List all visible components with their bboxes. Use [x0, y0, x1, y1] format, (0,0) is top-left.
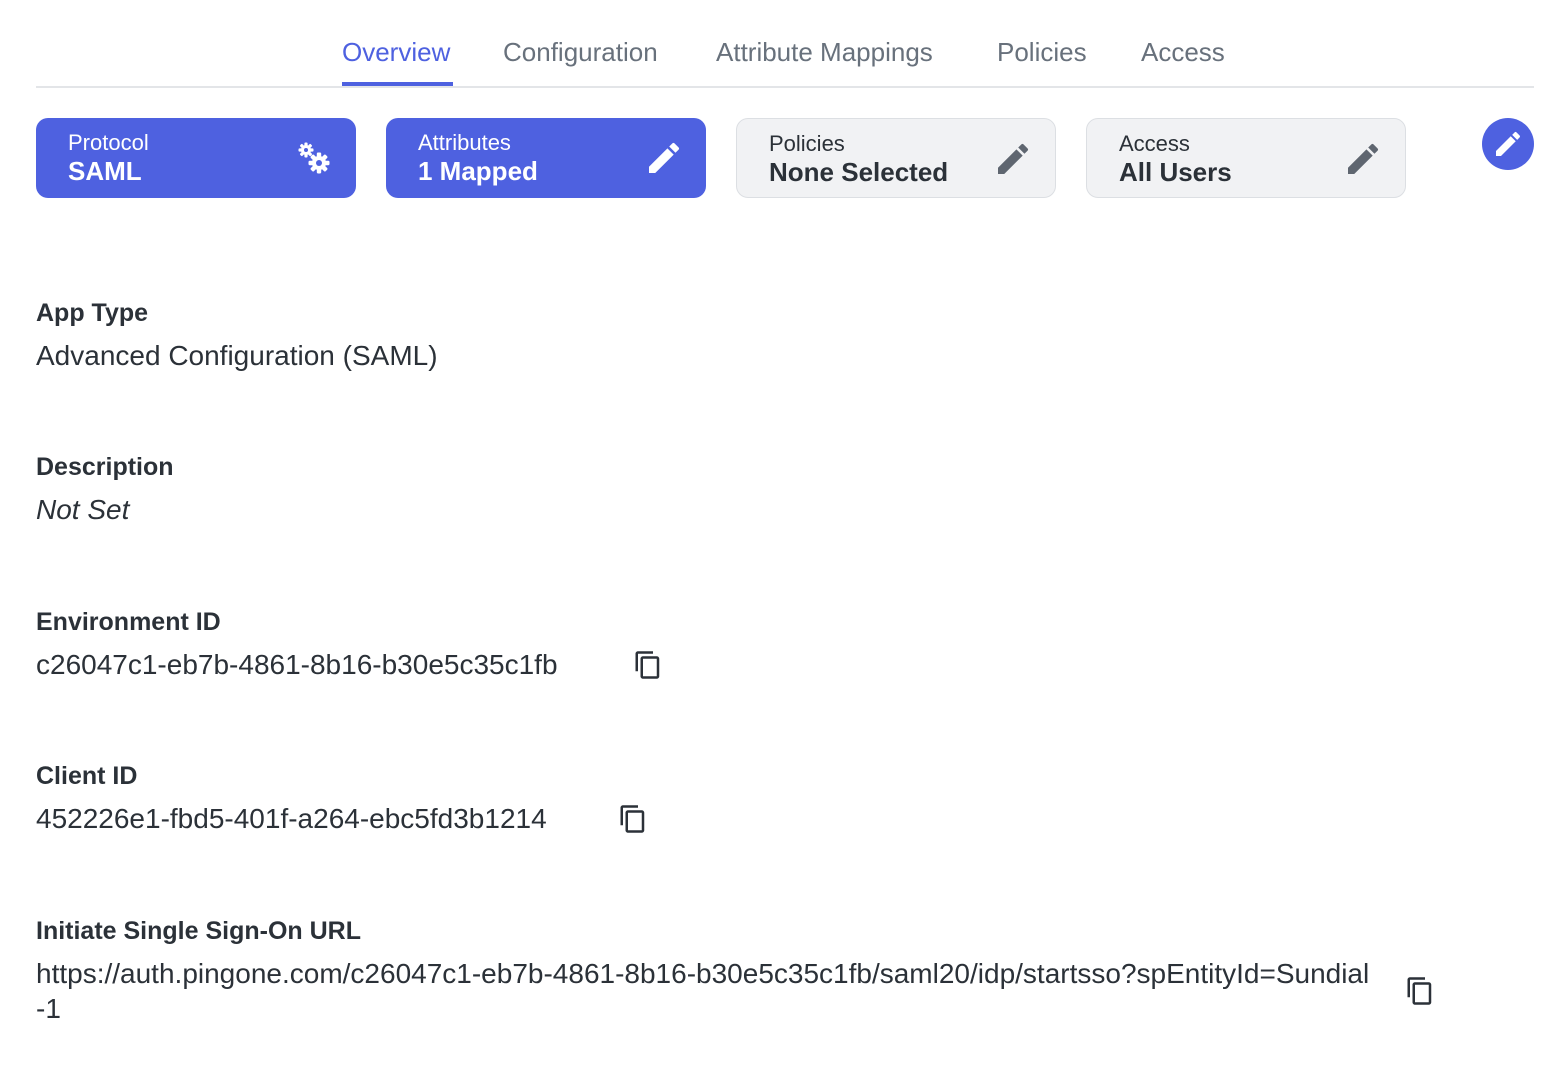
attributes-card-value: 1 Mapped	[418, 156, 538, 186]
environment-id-label: Environment ID	[36, 608, 221, 636]
environment-id-value: c26047c1-eb7b-4861-8b16-b30e5c35c1fb	[36, 649, 558, 680]
pencil-icon[interactable]	[644, 138, 684, 178]
access-card[interactable]: Access All Users	[1086, 118, 1406, 198]
active-tab-indicator	[342, 82, 453, 86]
protocol-card-label: Protocol	[68, 130, 149, 155]
app-type-label: App Type	[36, 299, 149, 327]
description-value: Not Set	[36, 494, 130, 525]
pencil-icon[interactable]	[993, 139, 1033, 179]
protocol-card[interactable]: Protocol SAML	[36, 118, 356, 198]
attributes-card-label: Attributes	[418, 130, 511, 155]
copy-icon[interactable]	[633, 650, 663, 680]
tab-bar: Overview Configuration Attribute Mapping…	[36, 0, 1534, 88]
policies-card-value: None Selected	[769, 157, 949, 187]
edit-button[interactable]	[1482, 118, 1534, 170]
tab-policies[interactable]: Policies	[997, 36, 1087, 68]
tab-access[interactable]: Access	[1141, 36, 1225, 68]
gears-icon	[294, 138, 334, 178]
client-id-label: Client ID	[36, 762, 138, 790]
protocol-card-value: SAML	[68, 156, 142, 186]
description-label: Description	[36, 453, 174, 481]
policies-card[interactable]: Policies None Selected	[736, 118, 1056, 198]
copy-icon[interactable]	[618, 804, 648, 834]
policies-card-label: Policies	[769, 131, 845, 156]
copy-icon[interactable]	[1405, 976, 1435, 1006]
access-card-label: Access	[1119, 131, 1190, 156]
access-card-value: All Users	[1119, 157, 1232, 187]
pencil-icon[interactable]	[1343, 139, 1383, 179]
tab-attribute-mappings[interactable]: Attribute Mappings	[716, 36, 933, 68]
pencil-icon	[1496, 131, 1521, 156]
sso-url-label: Initiate Single Sign-On URL	[36, 917, 361, 945]
tab-overview[interactable]: Overview	[342, 36, 450, 68]
app-type-value: Advanced Configuration (SAML)	[36, 340, 438, 371]
attributes-card[interactable]: Attributes 1 Mapped	[386, 118, 706, 198]
tab-configuration[interactable]: Configuration	[503, 36, 658, 68]
client-id-value: 452226e1-fbd5-401f-a264-ebc5fd3b1214	[36, 803, 547, 834]
app-overview-page: Overview Configuration Attribute Mapping…	[0, 0, 1544, 1092]
sso-url-value: https://auth.pingone.com/c26047c1-eb7b-4…	[36, 958, 1370, 1024]
